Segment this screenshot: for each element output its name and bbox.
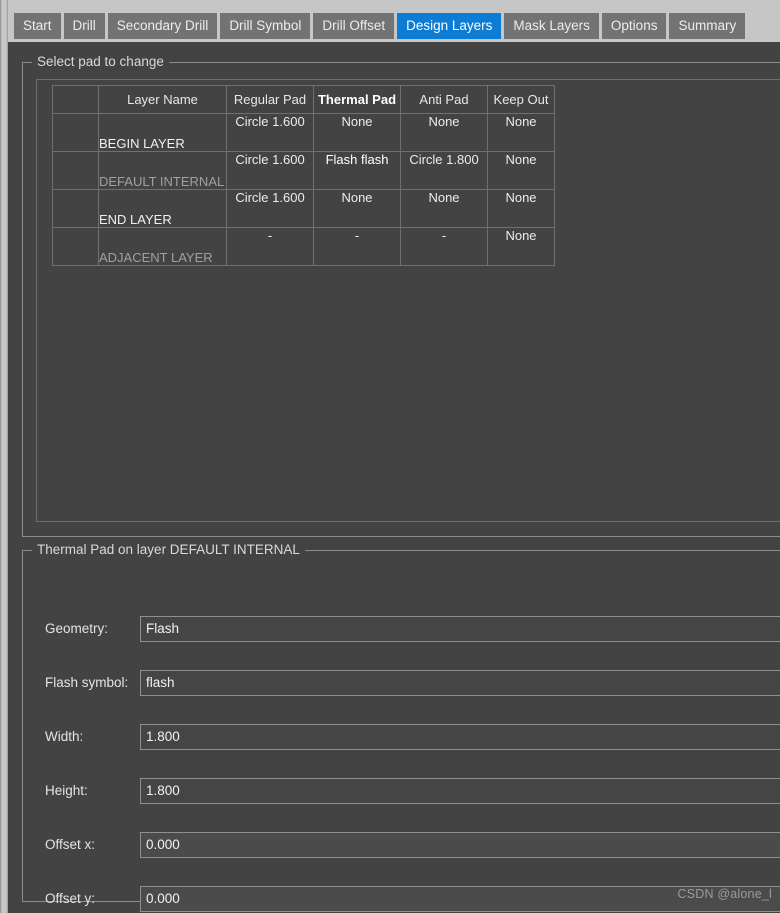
field-row-flash-symbol: Flash symbol: flash [23,670,780,696]
table-row[interactable]: END LAYER Circle 1.600 None None None [52,189,555,228]
select-pad-groupbox: Select pad to change Layer Name Regular P… [22,54,780,537]
cell-thermal-pad[interactable]: None [313,113,401,152]
column-header-thermal-pad[interactable]: Thermal Pad [313,85,401,114]
cell-thermal-pad[interactable]: None [313,189,401,228]
cell-layer-name[interactable]: BEGIN LAYER [98,113,227,152]
row-select-cell[interactable] [52,227,99,266]
pad-stack-editor-window: Start Drill Secondary Drill Drill Symbol Dri… [8,0,780,913]
pad-table-header: Layer Name Regular Pad Thermal Pad Anti Pad… [52,85,555,114]
table-row[interactable]: ADJACENT LAYER - - - None [52,227,555,266]
field-row-width: Width: 1.800 [23,724,780,750]
table-header-row: Layer Name Regular Pad Thermal Pad Anti Pad… [52,85,555,114]
tab-secondary-drill[interactable]: Secondary Drill [107,13,218,39]
tab-bar: Start Drill Secondary Drill Drill Symbol Dri… [8,0,780,42]
column-header-anti-pad[interactable]: Anti Pad [400,85,488,114]
cell-keep-out[interactable]: None [487,151,555,190]
column-header-regular-pad[interactable]: Regular Pad [226,85,314,114]
field-row-offset-y: Offset y: 0.000 [23,886,780,912]
tab-content-design-layers: Select pad to change Layer Name Regular P… [8,42,780,913]
cell-layer-name[interactable]: DEFAULT INTERNAL [98,151,227,190]
cell-keep-out[interactable]: None [487,227,555,266]
cell-regular-pad[interactable]: Circle 1.600 [226,113,314,152]
cell-layer-name[interactable]: END LAYER [98,189,227,228]
thermal-pad-groupbox-title: Thermal Pad on layer DEFAULT INTERNAL [32,542,305,557]
cell-regular-pad[interactable]: Circle 1.600 [226,151,314,190]
watermark-text: CSDN @alone_l [677,887,772,901]
field-input-width[interactable]: 1.800 [140,724,780,750]
table-row[interactable]: BEGIN LAYER Circle 1.600 None None None [52,113,555,152]
tab-summary[interactable]: Summary [669,13,746,39]
field-row-height: Height: 1.800 [23,778,780,804]
cell-keep-out[interactable]: None [487,189,555,228]
cell-keep-out[interactable]: None [487,113,555,152]
tab-drill-symbol[interactable]: Drill Symbol [220,13,311,39]
pad-list-panel[interactable]: Layer Name Regular Pad Thermal Pad Anti Pad… [36,79,780,522]
field-label-width: Width: [45,729,84,744]
cell-thermal-pad[interactable]: Flash flash [313,151,401,190]
field-label-flash-symbol: Flash symbol: [45,675,129,690]
tab-start[interactable]: Start [14,13,61,39]
column-header-layer-name[interactable]: Layer Name [98,85,227,114]
pad-table-body: BEGIN LAYER Circle 1.600 None None None DEFAU… [52,113,555,266]
row-select-cell[interactable] [52,113,99,152]
field-row-geometry: Geometry: Flash [23,616,780,642]
cell-anti-pad[interactable]: Circle 1.800 [400,151,488,190]
field-input-geometry[interactable]: Flash [140,616,780,642]
column-header-select[interactable] [52,85,99,114]
pad-layers-table[interactable]: Layer Name Regular Pad Thermal Pad Anti Pad… [52,85,555,266]
tab-design-layers[interactable]: Design Layers [397,13,502,39]
field-input-flash-symbol[interactable]: flash [140,670,780,696]
cell-anti-pad[interactable]: None [400,189,488,228]
field-label-offset-y: Offset y: [45,891,96,906]
window-left-gutter [0,0,8,913]
field-input-offset-x[interactable]: 0.000 [140,832,780,858]
field-input-height[interactable]: 1.800 [140,778,780,804]
field-label-offset-x: Offset x: [45,837,96,852]
tab-drill[interactable]: Drill [63,13,105,39]
cell-thermal-pad[interactable]: - [313,227,401,266]
tab-options[interactable]: Options [601,13,667,39]
column-header-keep-out[interactable]: Keep Out [487,85,555,114]
cell-anti-pad[interactable]: - [400,227,488,266]
cell-regular-pad[interactable]: Circle 1.600 [226,189,314,228]
row-select-cell[interactable] [52,151,99,190]
field-row-offset-x: Offset x: 0.000 [23,832,780,858]
cell-anti-pad[interactable]: None [400,113,488,152]
tab-mask-layers[interactable]: Mask Layers [504,13,599,39]
field-label-height: Height: [45,783,88,798]
thermal-pad-groupbox: Thermal Pad on layer DEFAULT INTERNAL Ge… [22,542,780,912]
cell-regular-pad[interactable]: - [226,227,314,266]
cell-layer-name[interactable]: ADJACENT LAYER [98,227,227,266]
select-pad-groupbox-title: Select pad to change [32,54,169,69]
field-label-geometry: Geometry: [45,621,109,636]
row-select-cell[interactable] [52,189,99,228]
table-row[interactable]: DEFAULT INTERNAL Circle 1.600 Flash flash C… [52,151,555,190]
tab-drill-offset[interactable]: Drill Offset [313,13,395,39]
